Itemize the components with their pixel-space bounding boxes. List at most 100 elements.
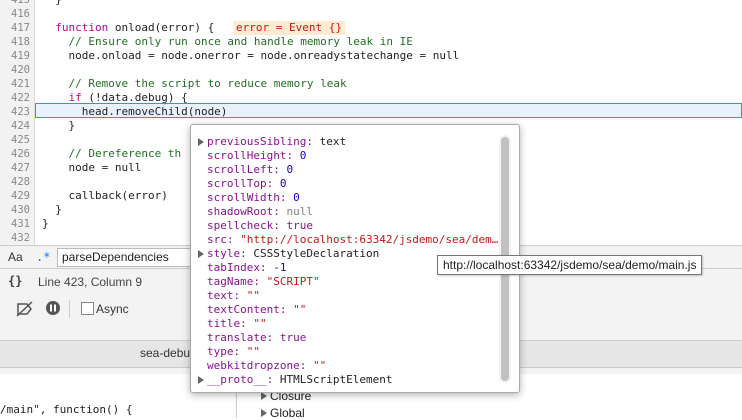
property-value: "" [246,345,260,358]
line-number[interactable]: 423 [0,105,30,119]
property-row[interactable]: tagName: "SCRIPT" [207,275,320,289]
property-row[interactable]: style: CSSStyleDeclaration [207,247,379,261]
expand-property-icon[interactable] [198,376,204,384]
inline-value-error: error = Event {} [233,21,345,35]
property-name: previousSibling [207,135,307,148]
async-checkbox[interactable] [81,302,94,315]
property-value: true [279,331,307,344]
property-row[interactable]: shadowRoot: null [207,205,313,219]
async-label: Async [96,302,129,316]
property-row[interactable]: scrollWidth: 0 [207,191,300,205]
line-number[interactable]: 420 [0,63,30,77]
regex-toggle[interactable]: .* [36,250,50,264]
line-number[interactable]: 425 [0,133,30,147]
code-line[interactable]: 419 node.onload = node.onerror = node.on… [0,49,742,63]
property-row[interactable]: text: "" [207,289,260,303]
code-text: head.removeChild(node) [42,105,228,118]
property-name: webkitdropzone [207,359,300,372]
property-name: scrollLeft [207,163,274,176]
code-text: node.onload = node.onerror = node.onread… [42,49,460,62]
source-preview-code: /main", function() { [0,403,133,416]
toolbar-divider [69,300,70,318]
cursor-position: Line 423, Column 9 [38,275,143,289]
property-value: "" [246,289,260,302]
property-row[interactable]: webkitdropzone: "" [207,359,326,373]
property-separator: : [253,275,267,288]
code-line[interactable]: 420 [0,63,742,77]
line-number[interactable]: 426 [0,147,30,161]
code-text: function onload(error) { [55,21,215,34]
property-row[interactable]: spellcheck: true [207,219,313,233]
code-text: } [42,119,76,132]
line-number[interactable]: 432 [0,231,30,245]
property-row[interactable]: scrollLeft: 0 [207,163,293,177]
line-number[interactable]: 427 [0,161,30,175]
property-row[interactable]: title: "" [207,317,267,331]
line-number[interactable]: 422 [0,91,30,105]
property-separator: : [266,373,280,386]
pause-on-exceptions-icon[interactable] [45,300,61,316]
code-line[interactable]: 422 if (!data.debug) { [0,91,742,105]
code-line[interactable]: 421 // Remove the script to reduce memor… [0,77,742,91]
line-number[interactable]: 424 [0,119,30,133]
property-name: scrollWidth [207,191,280,204]
deactivate-breakpoints-icon[interactable] [16,301,34,317]
source-preview: /main", function() { [0,390,236,418]
code-line[interactable]: 415 } [0,0,742,7]
property-name: spellcheck [207,219,274,232]
property-name: src [207,233,227,246]
search-input-value: parseDependencies [62,250,169,264]
property-name: scrollTop [207,177,267,190]
match-case-toggle[interactable]: Aa [8,250,23,264]
property-separator: : [286,149,300,162]
expand-closure-icon[interactable] [261,392,267,400]
property-separator: : [279,191,294,204]
line-number[interactable]: 418 [0,35,30,49]
expand-property-icon[interactable] [198,138,204,146]
code-line[interactable]: 423 head.removeChild(node) [0,105,742,119]
property-row[interactable]: src: "http://localhost:63342/jsdemo/sea/… [207,233,498,247]
property-name: shadowRoot [207,205,274,218]
property-separator: : [240,317,254,330]
property-row[interactable]: scrollTop: 0 [207,177,286,191]
code-text: } [42,203,62,216]
line-number[interactable]: 429 [0,189,30,203]
line-number[interactable]: 431 [0,217,30,231]
line-number[interactable]: 421 [0,77,30,91]
src-tooltip: http://localhost:63342/jsdemo/sea/demo/m… [437,255,703,275]
property-row[interactable]: previousSibling: text [207,135,346,149]
line-number[interactable]: 417 [0,21,30,35]
line-number[interactable]: 416 [0,7,30,21]
property-value: 0 [299,149,307,162]
property-row[interactable]: tabIndex: -1 [207,261,286,275]
property-name: tagName [207,275,254,288]
tab-sea-debug[interactable]: sea-debu [140,346,190,360]
property-name: title [207,317,241,330]
property-row[interactable]: __proto__: HTMLScriptElement [207,373,392,387]
property-name: __proto__ [207,373,267,386]
line-number[interactable]: 415 [0,0,30,7]
line-number[interactable]: 428 [0,175,30,189]
expand-property-icon[interactable] [198,250,204,258]
code-line[interactable]: 418 // Ensure only run once and handle m… [0,35,742,49]
code-line[interactable]: 416 [0,7,742,21]
property-value: text [319,135,347,148]
property-row[interactable]: type: "" [207,345,260,359]
property-value: "" [312,359,327,372]
code-text: // Remove the script to reduce memory le… [42,77,347,90]
code-line[interactable]: 417 function onload(error) { error = Even… [0,21,742,35]
expand-global-icon[interactable] [261,409,267,417]
property-separator: : [299,359,313,372]
property-value: "" [253,317,267,330]
property-separator: : [233,345,247,358]
property-row[interactable]: textContent: "" [207,303,306,317]
line-number[interactable]: 419 [0,49,30,63]
search-input[interactable]: parseDependencies [57,248,192,267]
property-value: CSSStyleDeclaration [253,247,380,260]
line-number[interactable]: 430 [0,203,30,217]
pretty-print-button[interactable]: {} [8,274,22,288]
property-row[interactable]: scrollHeight: 0 [207,149,306,163]
property-separator: : [240,247,254,260]
property-row[interactable]: translate: true [207,331,306,345]
property-name: scrollHeight [207,149,287,162]
